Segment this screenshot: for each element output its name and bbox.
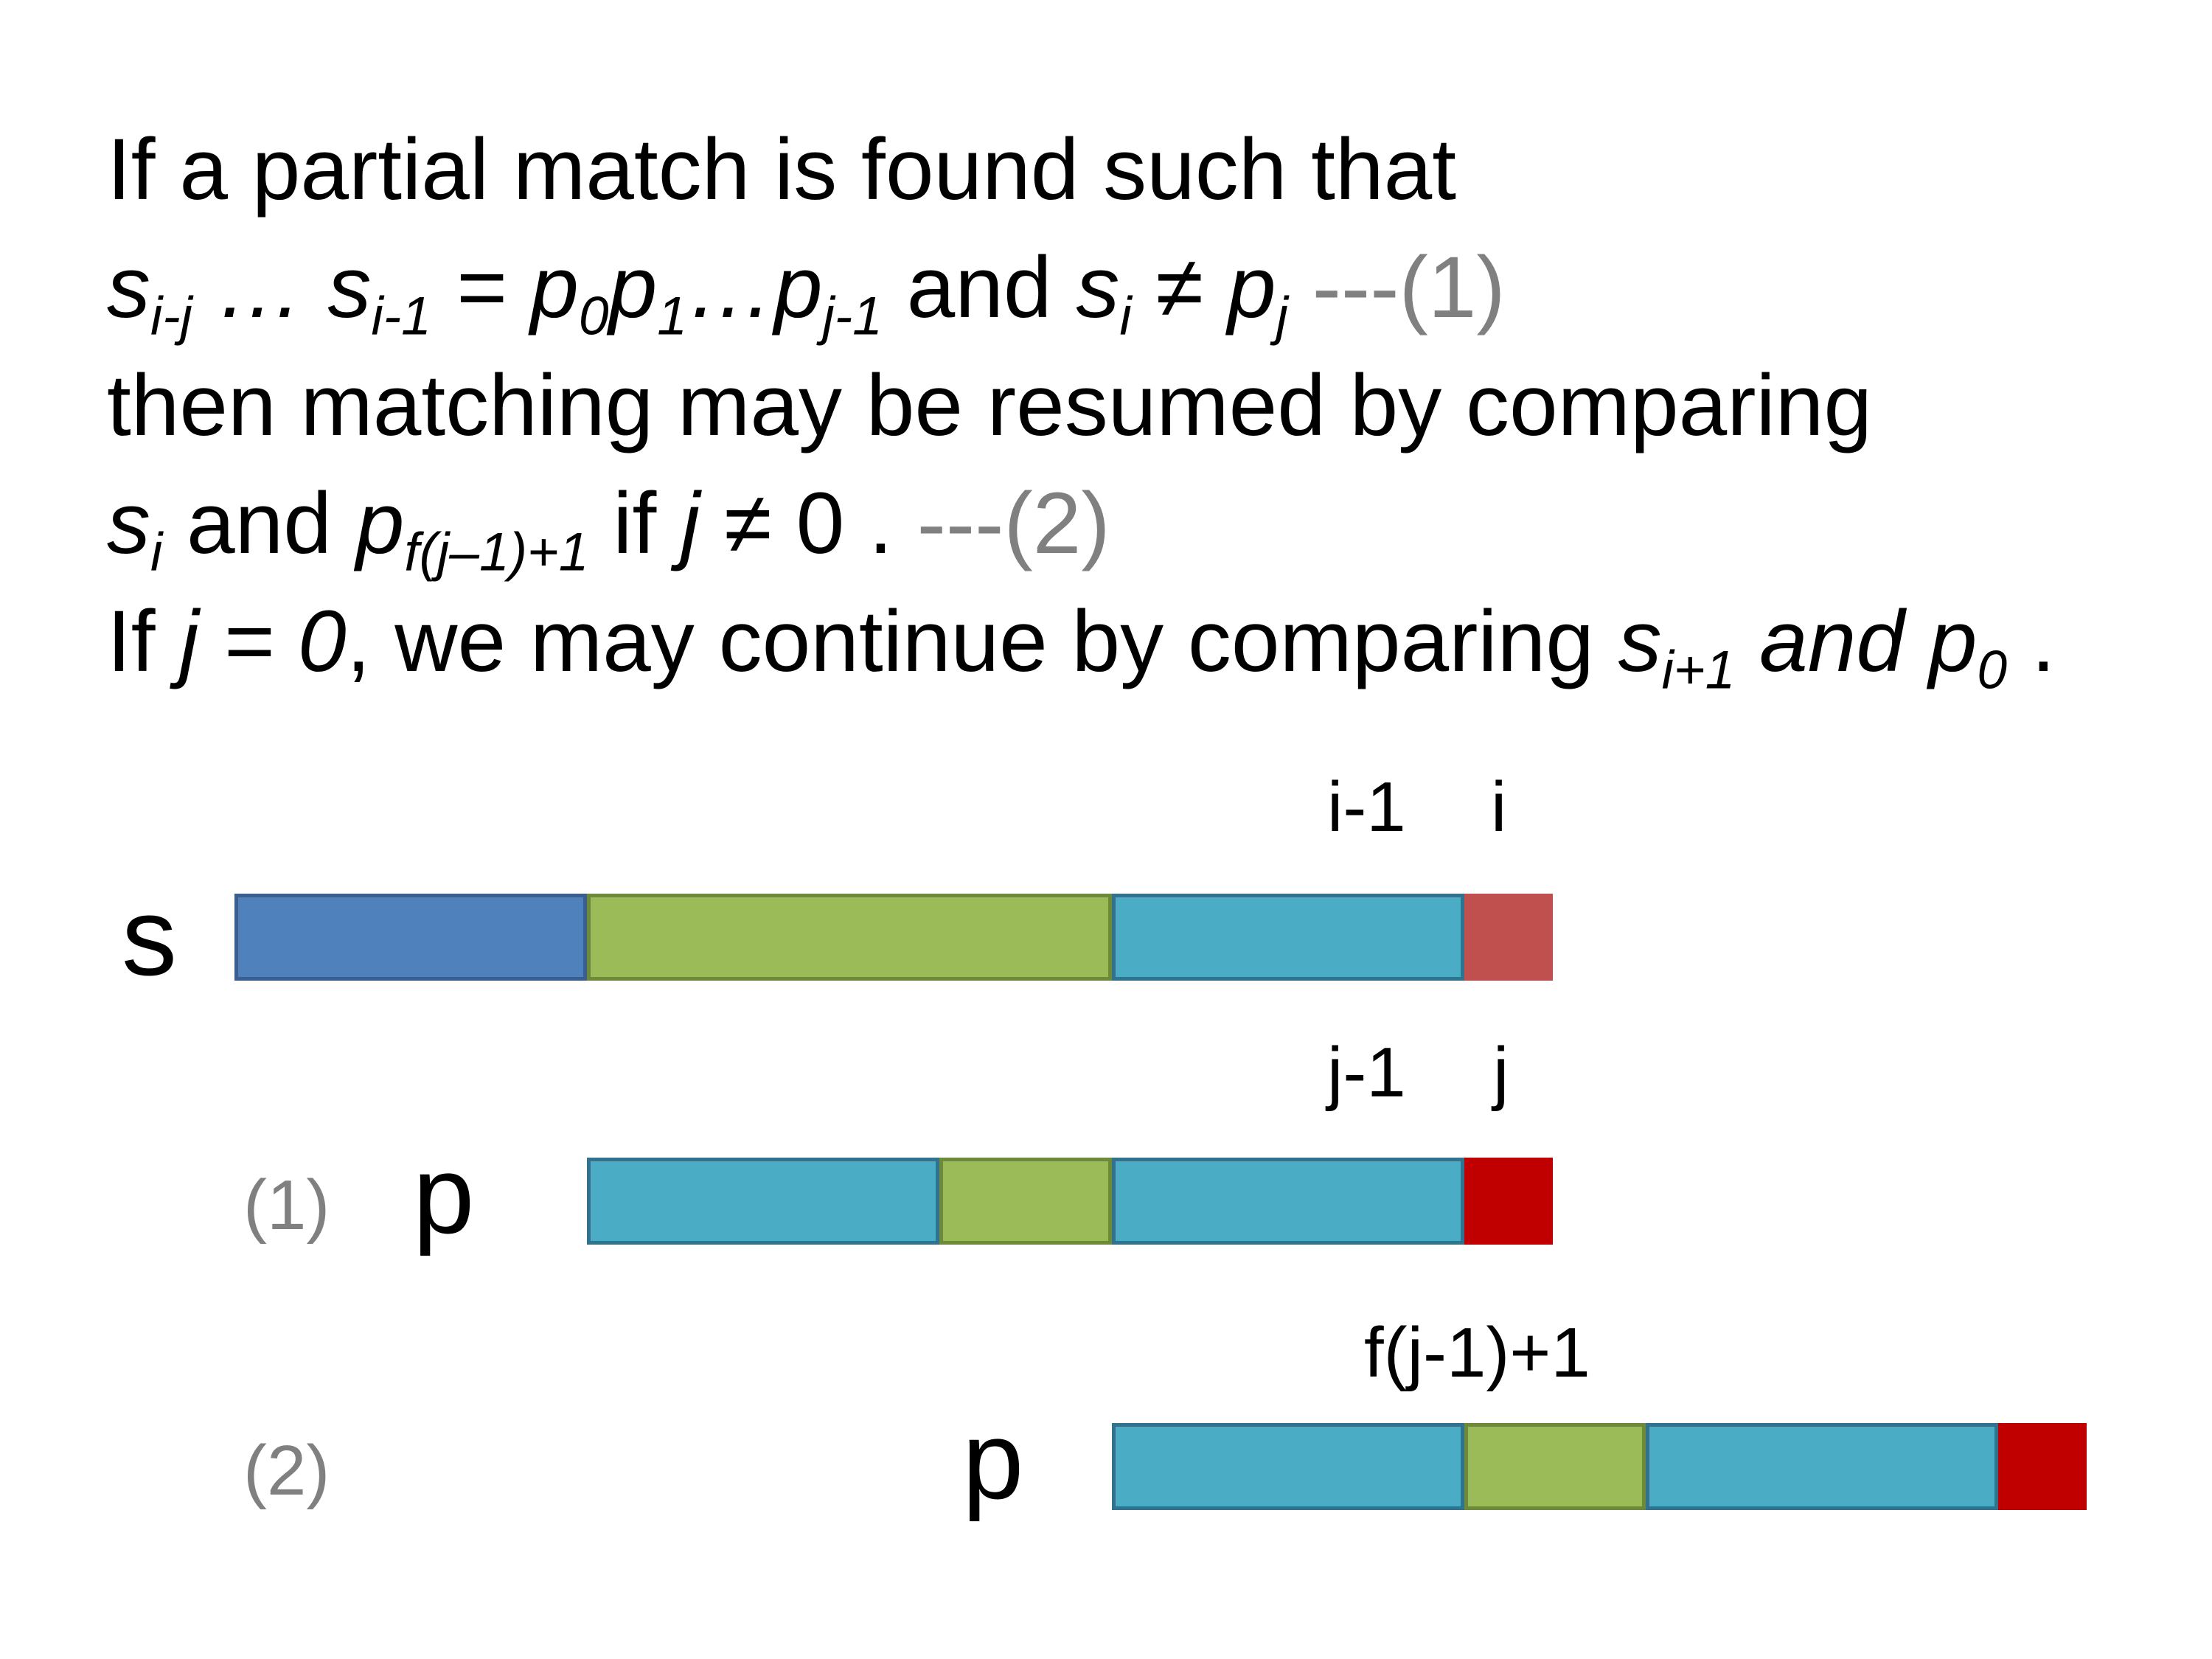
math-subscript: i	[150, 521, 163, 582]
math-subscript: j-1	[822, 285, 883, 347]
math-s: s	[107, 239, 150, 336]
line3-text: then matching may be resumed by comparin…	[107, 357, 1872, 454]
word-if: if	[588, 475, 681, 572]
p2-segment-teal-left	[1112, 1423, 1464, 1510]
math-s: s	[1076, 239, 1120, 336]
p1-segment-teal-right	[1112, 1158, 1464, 1245]
p1-index-j: j	[1493, 1033, 1509, 1112]
math-subscript: 0	[1977, 639, 2008, 700]
math-s: s	[107, 475, 150, 572]
math-subscript: i-1	[371, 285, 431, 347]
period: .	[2007, 593, 2056, 690]
s-segment-green	[587, 894, 1112, 981]
math-condition: j = 0	[179, 593, 347, 690]
math-subscript: 0	[578, 285, 609, 347]
math-p: p	[1928, 593, 1978, 690]
line5-text: , we may continue by comparing	[346, 593, 1618, 690]
equation-ref-1: ---(1)	[1287, 239, 1506, 336]
s-segment-blue	[234, 894, 587, 981]
word-and: and	[162, 475, 356, 572]
math-p: p	[355, 475, 405, 572]
math-p: p	[1227, 239, 1276, 336]
math-s: s	[1618, 593, 1662, 690]
equation-ref-2: ---(2)	[917, 475, 1110, 572]
text-line-2: si-j … si-1 = p0p1…pj-1 and si ≠ pj ---(…	[107, 229, 2171, 347]
math-j: j	[681, 475, 700, 572]
s-segment-mismatch	[1464, 894, 1553, 981]
case-1-label: (1)	[243, 1166, 330, 1245]
word-and: and	[882, 239, 1077, 336]
s-segment-teal	[1112, 894, 1464, 981]
p2-segment-mismatch	[1998, 1423, 2087, 1510]
s-label: s	[122, 874, 177, 998]
math-ellipsis: …	[192, 239, 328, 336]
text-line-1: If a partial match is found such that	[107, 111, 2171, 229]
math-subscript: f(j–1)+1	[404, 521, 589, 582]
line1-text: If a partial match is found such that	[107, 121, 1456, 218]
math-not-equal: ≠	[1131, 239, 1228, 336]
p2-label: p	[962, 1398, 1024, 1522]
p1-segment-teal-left	[587, 1158, 939, 1245]
text-line-5: If j = 0, we may continue by comparing s…	[107, 582, 2171, 700]
math-ellipsis: …	[686, 239, 774, 336]
p1-segment-green	[939, 1158, 1112, 1245]
math-equals: =	[431, 239, 531, 336]
p1-label: p	[413, 1133, 475, 1256]
math-subscript: i	[1119, 285, 1132, 347]
p2-index-f-label: f(j-1)+1	[1364, 1313, 1590, 1392]
math-s: s	[327, 239, 372, 336]
word-and: and	[1735, 593, 1929, 690]
s-index-i: i	[1491, 768, 1507, 846]
math-p: p	[608, 239, 658, 336]
math-subscript: j	[1276, 285, 1288, 347]
word-if: If	[107, 593, 180, 690]
math-subscript: 1	[657, 285, 687, 347]
math-subscript: i+1	[1661, 639, 1736, 700]
p2-segment-teal-right	[1646, 1423, 1998, 1510]
math-condition: ≠ 0 .	[700, 475, 917, 572]
text-line-3: then matching may be resumed by comparin…	[107, 347, 2171, 465]
p1-segment-mismatch	[1464, 1158, 1553, 1245]
math-subscript: i-j	[150, 285, 192, 347]
math-p: p	[530, 239, 579, 336]
math-p: p	[773, 239, 823, 336]
p1-index-j-minus-1: j-1	[1327, 1033, 1406, 1112]
case-2-label: (2)	[243, 1431, 330, 1510]
description-text: If a partial match is found such that si…	[107, 111, 2171, 700]
text-line-4: si and pf(j–1)+1 if j ≠ 0 . ---(2)	[107, 465, 2171, 582]
s-index-i-minus-1: i-1	[1327, 768, 1406, 846]
p2-segment-green	[1464, 1423, 1646, 1510]
